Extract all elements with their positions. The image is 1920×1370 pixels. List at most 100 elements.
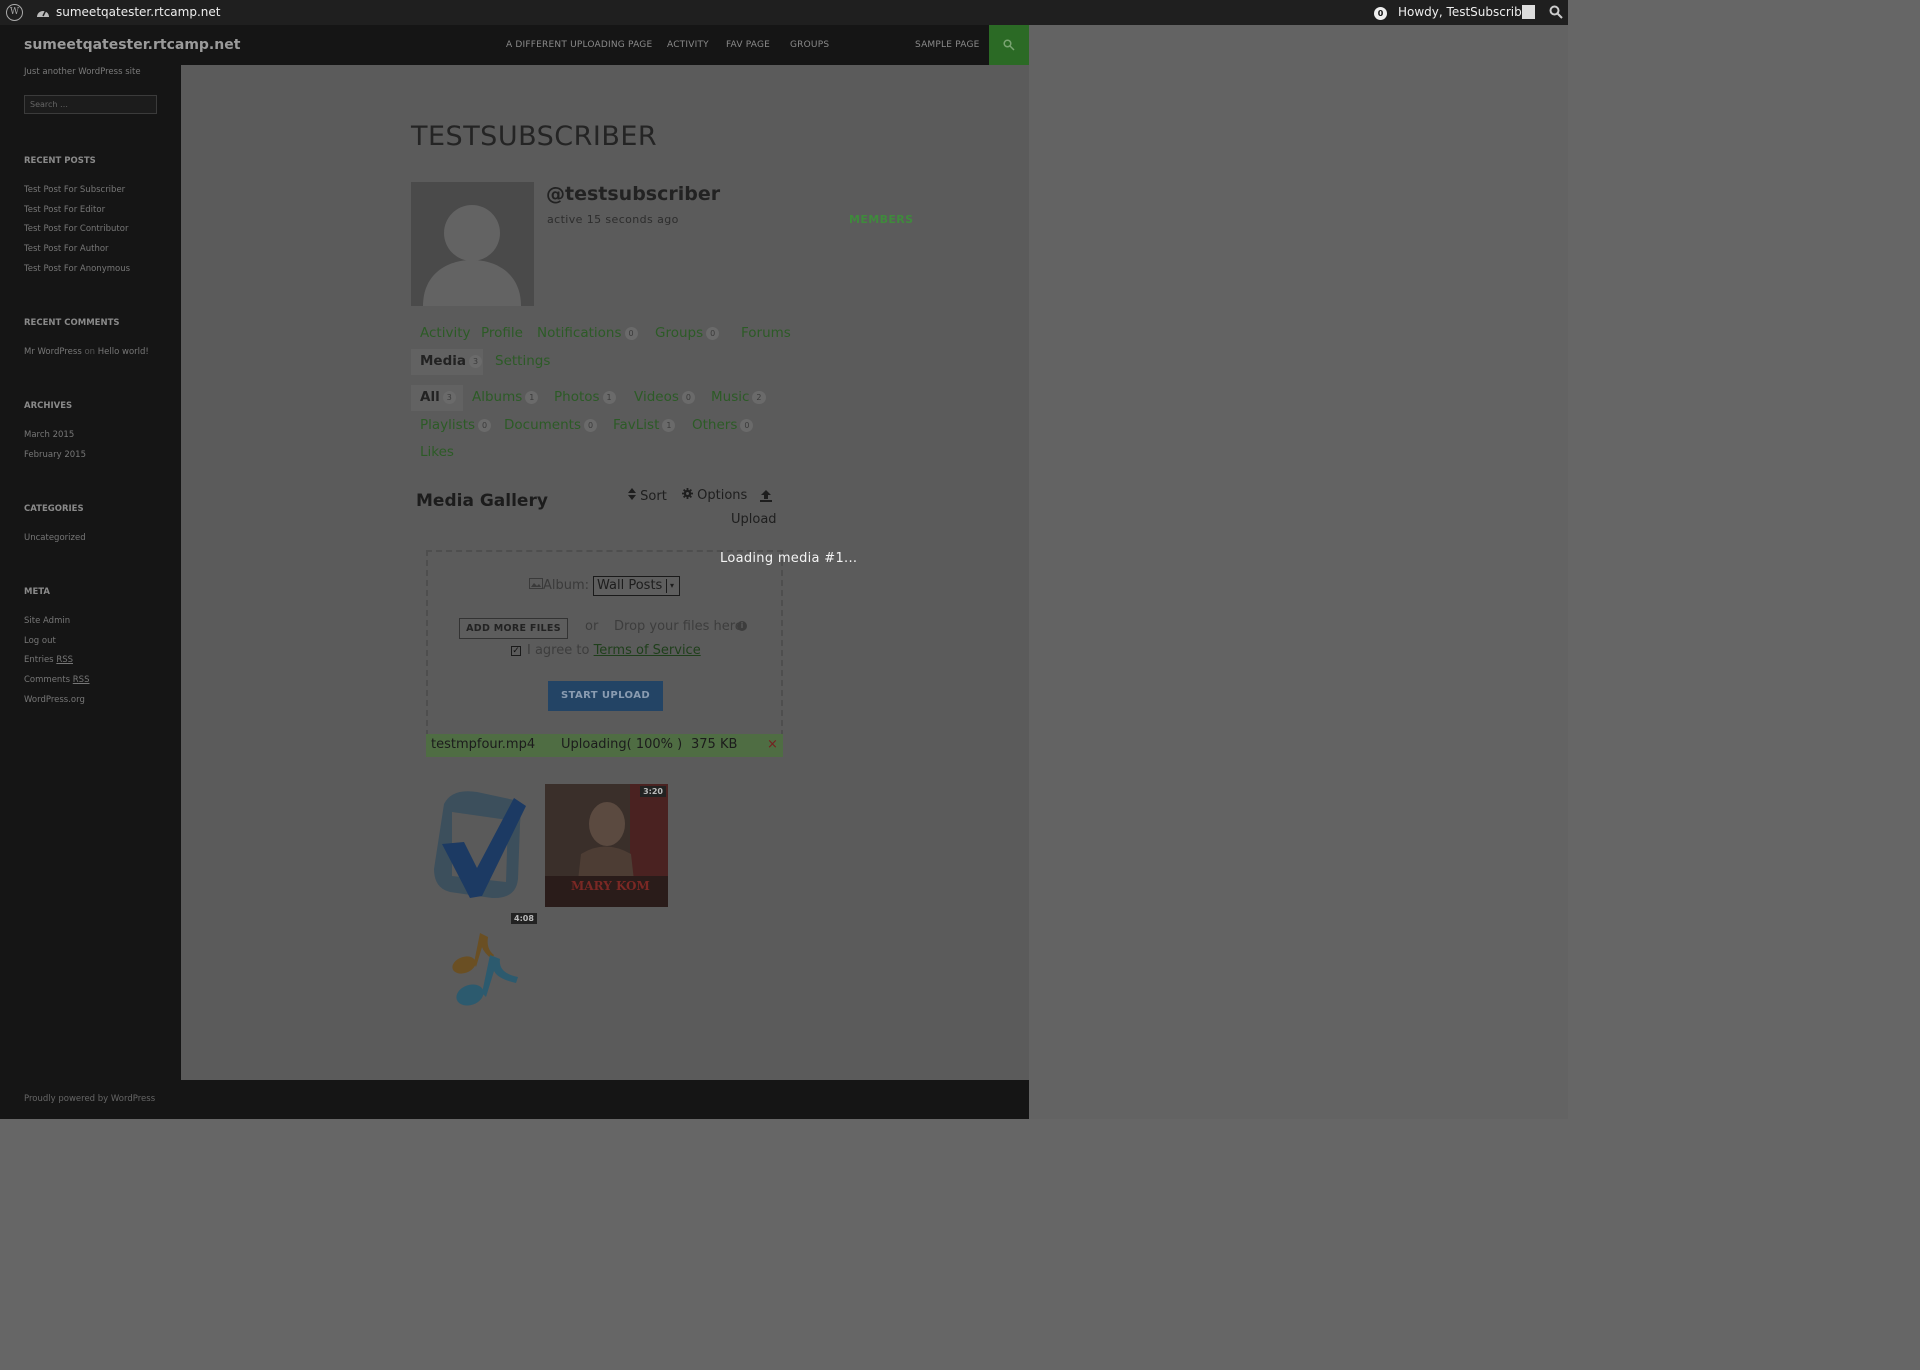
right-overlay [1029, 25, 1568, 1119]
notification-count-badge[interactable]: 0 [1374, 7, 1387, 20]
archive-link[interactable]: March 2015 [24, 430, 74, 440]
nav-item-different-uploading-page[interactable]: A DIFFERENT UPLOADING PAGE [506, 40, 652, 50]
info-icon[interactable]: i [737, 621, 747, 631]
sidebar-search-input[interactable]: Search … [24, 95, 157, 114]
tab-count: 2 [752, 390, 766, 404]
site-tagline: Just another WordPress site [24, 67, 141, 77]
tab-count: 1 [525, 390, 539, 404]
album-select[interactable]: Wall Posts ▾ [593, 576, 680, 596]
tab-notifications[interactable]: Notifications 0 [537, 325, 638, 341]
tab-label: Albums [472, 389, 523, 405]
tab-count: 3 [469, 354, 483, 368]
category-link[interactable]: Uncategorized [24, 533, 86, 543]
duration-badge: 3:20 [640, 786, 666, 797]
subtab-others[interactable]: Others 0 [692, 417, 754, 433]
tab-activity[interactable]: Activity [420, 325, 471, 341]
media-item-checkmark[interactable] [422, 784, 540, 908]
tab-forums[interactable]: Forums [741, 325, 791, 341]
recent-post-link[interactable]: Test Post For Contributor [24, 224, 128, 234]
subtab-favlist[interactable]: FavList 1 [613, 417, 676, 433]
tab-label: Playlists [420, 417, 476, 433]
chevron-down-icon: ▾ [666, 579, 677, 593]
user-avatar-icon[interactable] [1522, 5, 1535, 19]
tab-count: 0 [706, 326, 720, 340]
media-item-video-poster[interactable]: MARY KOM 3:20 [545, 784, 668, 907]
subtab-documents[interactable]: Documents 0 [504, 417, 598, 433]
sort-button[interactable]: Sort [628, 488, 667, 504]
tab-label: Videos [634, 389, 679, 405]
tab-profile[interactable]: Profile [481, 325, 523, 341]
subtab-all[interactable]: All 3 [420, 389, 456, 405]
profile-handle: @testsubscriber [546, 183, 721, 205]
upload-status: Uploading( 100% ) [561, 737, 683, 752]
nav-item-members[interactable]: MEMBERS [849, 213, 914, 226]
meta-site-admin-link[interactable]: Site Admin [24, 616, 70, 626]
meta-entries-rss-link[interactable]: Entries RSS [24, 655, 73, 665]
drop-files-hint: Drop your files here [614, 619, 743, 634]
tab-count: 1 [602, 390, 616, 404]
checkmark-icon [434, 791, 526, 899]
add-more-files-button[interactable]: ADD MORE FILES [459, 618, 568, 639]
media-item-music[interactable] [440, 925, 530, 1015]
comment-on-text: on [84, 347, 96, 357]
recent-posts-heading: RECENT POSTS [24, 156, 96, 166]
tab-count: 1 [662, 418, 676, 432]
meta-comments-rss-link[interactable]: Comments RSS [24, 675, 89, 685]
wordpress-logo-icon[interactable]: W [6, 4, 23, 21]
recent-post-link[interactable]: Test Post For Author [24, 244, 109, 254]
gear-icon [682, 488, 693, 499]
tab-settings[interactable]: Settings [495, 353, 550, 369]
tab-count: 0 [583, 418, 598, 432]
nav-item-fav-page[interactable]: FAV PAGE [726, 40, 770, 50]
recent-post-link[interactable]: Test Post For Subscriber [24, 185, 125, 195]
terms-of-service-link[interactable]: Terms of Service [594, 643, 701, 658]
upload-button[interactable]: Upload [731, 512, 777, 527]
comment-post-link[interactable]: Hello world! [98, 347, 149, 357]
tab-label: All [420, 389, 440, 405]
nav-item-activity[interactable]: ACTIVITY [667, 40, 709, 50]
footer-credit[interactable]: Proudly powered by WordPress [24, 1094, 155, 1104]
sort-label: Sort [640, 489, 667, 504]
tab-label: FavList [613, 417, 660, 433]
comment-author-link[interactable]: Mr WordPress [24, 347, 82, 357]
recent-comment: Mr WordPress on Hello world! [24, 347, 149, 357]
upload-file-size: 375 KB [691, 737, 738, 752]
start-upload-button[interactable]: START UPLOAD [548, 681, 663, 711]
terms-checkbox[interactable]: ✓ [511, 646, 521, 656]
tab-groups[interactable]: Groups 0 [655, 325, 720, 341]
site-title[interactable]: sumeetqatester.rtcamp.net [24, 37, 240, 53]
upload-icon[interactable] [760, 490, 772, 502]
nav-item-sample-page[interactable]: SAMPLE PAGE [915, 40, 980, 50]
meta-wordpress-org-link[interactable]: WordPress.org [24, 695, 85, 705]
sort-icon [628, 488, 636, 500]
howdy-user[interactable]: Howdy, TestSubscriber [1398, 5, 1534, 19]
tab-media[interactable]: Media 3 [420, 353, 483, 369]
options-button[interactable]: Options [682, 488, 747, 503]
admin-search-icon[interactable] [1549, 5, 1563, 19]
entries-label: Entries [24, 655, 54, 665]
recent-comments-heading: RECENT COMMENTS [24, 318, 120, 328]
meta-logout-link[interactable]: Log out [24, 636, 56, 646]
subtab-music[interactable]: Music 2 [711, 389, 766, 405]
nav-item-groups[interactable]: GROUPS [790, 40, 829, 50]
dashboard-icon[interactable] [36, 6, 50, 18]
remove-upload-icon[interactable]: × [767, 737, 778, 752]
tab-label: Notifications [537, 325, 622, 341]
subtab-likes[interactable]: Likes [420, 444, 454, 460]
tab-count: 0 [681, 390, 695, 404]
subtab-photos[interactable]: Photos 1 [554, 389, 616, 405]
subtab-playlists[interactable]: Playlists 0 [420, 417, 492, 433]
subtab-albums[interactable]: Albums 1 [472, 389, 539, 405]
admin-site-name[interactable]: sumeetqatester.rtcamp.net [56, 5, 220, 19]
comments-label: Comments [24, 675, 71, 685]
image-icon [529, 578, 543, 589]
or-label: or [585, 619, 599, 634]
recent-post-link[interactable]: Test Post For Editor [24, 205, 105, 215]
header-search-button[interactable] [989, 25, 1029, 65]
tab-label: Media [420, 353, 466, 369]
archive-link[interactable]: February 2015 [24, 450, 86, 460]
loading-message: Loading media #1... [720, 551, 858, 566]
tab-label: Photos [554, 389, 600, 405]
recent-post-link[interactable]: Test Post For Anonymous [24, 264, 130, 274]
subtab-videos[interactable]: Videos 0 [634, 389, 695, 405]
